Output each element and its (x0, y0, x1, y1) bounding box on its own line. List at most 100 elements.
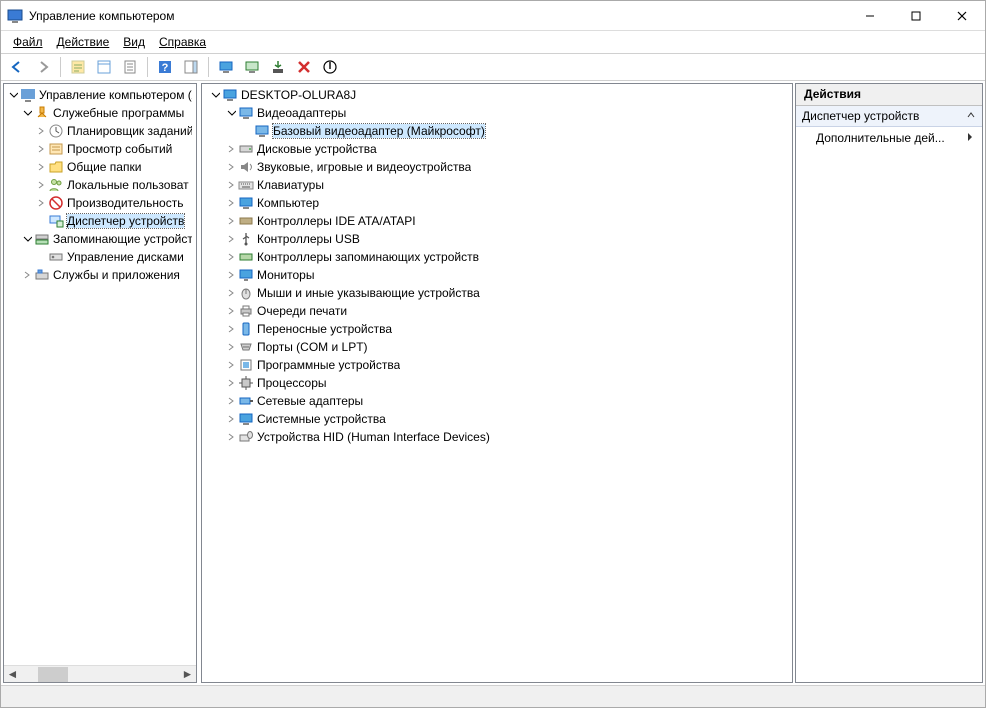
chevron-right-icon[interactable] (224, 394, 238, 408)
device-label: Дисковые устройства (257, 142, 377, 156)
device-cat-ports[interactable]: Порты (COM и LPT) (202, 338, 792, 356)
window-title: Управление компьютером (29, 9, 174, 23)
device-cat-mice[interactable]: Мыши и иные указывающие устройства (202, 284, 792, 302)
device-tree[interactable]: DESKTOP-OLURA8J Видеоадаптеры Базовый ви… (202, 84, 792, 682)
chevron-right-icon[interactable] (224, 286, 238, 300)
keyboard-icon (238, 177, 254, 193)
device-cat-usb[interactable]: Контроллеры USB (202, 230, 792, 248)
help-button[interactable]: ? (153, 55, 177, 79)
minimize-button[interactable] (847, 1, 893, 31)
chevron-right-icon[interactable] (34, 160, 48, 174)
device-cat-disk[interactable]: Дисковые устройства (202, 140, 792, 158)
tree-task-scheduler[interactable]: Планировщик заданий (4, 122, 196, 140)
device-cat-hid[interactable]: Устройства HID (Human Interface Devices) (202, 428, 792, 446)
menu-help[interactable]: Справка (153, 33, 212, 51)
tree-shared-folders[interactable]: Общие папки (4, 158, 196, 176)
device-cat-portable[interactable]: Переносные устройства (202, 320, 792, 338)
tree-performance[interactable]: Производительность (4, 194, 196, 212)
collapse-icon[interactable] (966, 109, 976, 123)
properties-button[interactable] (92, 55, 116, 79)
device-cat-computer[interactable]: Компьютер (202, 194, 792, 212)
scroll-right-arrow[interactable]: ► (179, 667, 196, 682)
menu-action[interactable]: Действие (51, 33, 116, 51)
chevron-right-icon[interactable] (224, 250, 238, 264)
device-basic-video-adapter[interactable]: Базовый видеоадаптер (Майкрософт) (202, 122, 792, 140)
device-cat-system[interactable]: Системные устройства (202, 410, 792, 428)
uninstall-button[interactable] (292, 55, 316, 79)
menu-view[interactable]: Вид (117, 33, 151, 51)
tree-local-users[interactable]: Локальные пользоват (4, 176, 196, 194)
device-cat-keyboards[interactable]: Клавиатуры (202, 176, 792, 194)
device-cat-network[interactable]: Сетевые адаптеры (202, 392, 792, 410)
actions-more[interactable]: Дополнительные дей... (796, 127, 982, 149)
chevron-down-icon[interactable] (20, 106, 34, 120)
disable-button[interactable] (318, 55, 342, 79)
device-cat-monitors[interactable]: Мониторы (202, 266, 792, 284)
device-cat-storage-ctrl[interactable]: Контроллеры запоминающих устройств (202, 248, 792, 266)
chevron-right-icon[interactable] (224, 322, 238, 336)
chevron-down-icon[interactable] (224, 106, 238, 120)
chevron-right-icon[interactable] (224, 412, 238, 426)
tree-system-tools[interactable]: Служебные программы (4, 104, 196, 122)
chevron-right-icon[interactable] (224, 304, 238, 318)
chevron-right-icon[interactable] (224, 268, 238, 282)
tree-label: Запоминающие устройст (53, 232, 192, 246)
device-label: Программные устройства (257, 358, 400, 372)
export-list-button[interactable] (118, 55, 142, 79)
menu-file[interactable]: Файл (7, 33, 49, 51)
chevron-down-icon[interactable] (208, 88, 222, 102)
chevron-right-icon[interactable] (224, 340, 238, 354)
chevron-right-icon[interactable] (224, 232, 238, 246)
device-root[interactable]: DESKTOP-OLURA8J (202, 86, 792, 104)
chevron-right-icon[interactable] (224, 358, 238, 372)
device-cat-print-queues[interactable]: Очереди печати (202, 302, 792, 320)
actions-section-device-manager[interactable]: Диспетчер устройств (796, 106, 982, 127)
scope-tree[interactable]: Управление компьютером (л Служебные прог… (4, 84, 196, 665)
chevron-right-icon[interactable] (34, 124, 48, 138)
chevron-right-icon[interactable] (224, 214, 238, 228)
tree-device-manager[interactable]: Диспетчер устройств (4, 212, 196, 230)
chevron-down-icon[interactable] (6, 88, 20, 102)
tree-event-viewer[interactable]: Просмотр событий (4, 140, 196, 158)
nav-forward-button[interactable] (31, 55, 55, 79)
scroll-thumb[interactable] (38, 667, 68, 682)
maximize-button[interactable] (893, 1, 939, 31)
chevron-right-icon[interactable] (224, 376, 238, 390)
device-cat-video[interactable]: Видеоадаптеры (202, 104, 792, 122)
tree-storage[interactable]: Запоминающие устройст (4, 230, 196, 248)
chevron-right-icon[interactable] (224, 196, 238, 210)
chevron-right-icon[interactable] (224, 160, 238, 174)
scroll-left-arrow[interactable]: ◄ (4, 667, 21, 682)
tree-root-computer-mgmt[interactable]: Управление компьютером (л (4, 86, 196, 104)
chevron-right-icon[interactable] (34, 142, 48, 156)
scan-hardware-button[interactable] (214, 55, 238, 79)
add-legacy-button[interactable] (266, 55, 290, 79)
nav-back-button[interactable] (5, 55, 29, 79)
device-cat-sound[interactable]: Звуковые, игровые и видеоустройства (202, 158, 792, 176)
close-button[interactable] (939, 1, 985, 31)
action-pane-button[interactable] (179, 55, 203, 79)
chevron-right-icon[interactable] (224, 430, 238, 444)
update-driver-button[interactable] (240, 55, 264, 79)
tree-disk-management[interactable]: Управление дисками (4, 248, 196, 266)
shared-folder-icon (48, 159, 64, 175)
chevron-right-icon[interactable] (224, 178, 238, 192)
chevron-right-icon[interactable] (224, 142, 238, 156)
show-tree-button[interactable] (66, 55, 90, 79)
chevron-right-icon[interactable] (34, 196, 48, 210)
device-label: Устройства HID (Human Interface Devices) (257, 430, 490, 444)
chevron-right-icon[interactable] (20, 268, 34, 282)
tree-services-apps[interactable]: Службы и приложения (4, 266, 196, 284)
disk-mgmt-icon (48, 249, 64, 265)
device-cat-software-devices[interactable]: Программные устройства (202, 356, 792, 374)
device-cat-processors[interactable]: Процессоры (202, 374, 792, 392)
tree-label: Управление компьютером (л (39, 88, 192, 102)
chevron-down-icon[interactable] (20, 232, 34, 246)
scope-pane: Управление компьютером (л Служебные прог… (3, 83, 197, 683)
device-cat-ide[interactable]: Контроллеры IDE ATA/ATAPI (202, 212, 792, 230)
display-adapter-icon (254, 123, 270, 139)
left-pane-scrollbar[interactable]: ◄ ► (4, 665, 196, 682)
titlebar: Управление компьютером (1, 1, 985, 31)
chevron-right-icon[interactable] (34, 178, 48, 192)
monitor-icon (238, 267, 254, 283)
